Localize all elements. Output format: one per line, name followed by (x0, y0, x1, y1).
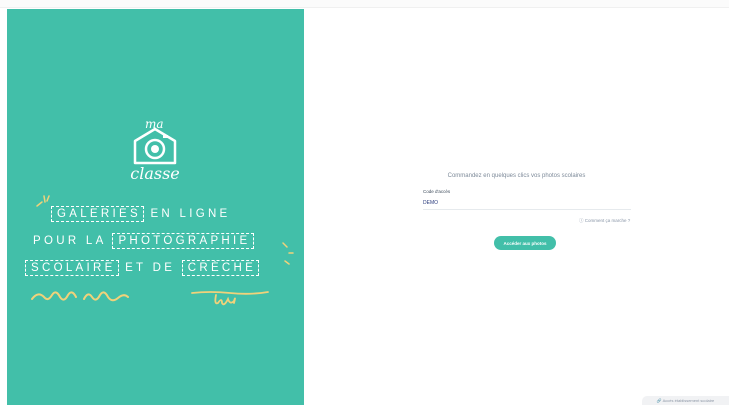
comment-ca-marche-link[interactable]: ⓘ Comment ça marche ? (579, 218, 630, 224)
tagline-galeries: GALERIES (51, 206, 144, 222)
squiggle-decoration-icon (191, 291, 269, 306)
logo-classe-text: classe (130, 164, 180, 183)
tagline-scolaire: SCOLAIRE (25, 260, 119, 276)
code-acces-label: Code d'accès (423, 189, 451, 194)
squiggle-decoration-icon (31, 291, 129, 302)
tagline-pour-la: POUR LA (33, 235, 106, 247)
tagline-en-ligne: EN LIGNE (150, 208, 231, 220)
help-link-label: Comment ça marche ? (584, 218, 631, 223)
top-bar (0, 0, 729, 8)
login-subtitle: Commandez en quelques clics vos photos s… (447, 173, 586, 179)
tagline-line-1: GALERIES EN LIGNE (51, 206, 231, 222)
tagline-photographie: PHOTOGRAPHIE (112, 233, 254, 249)
sparkle-decoration-icon (282, 242, 294, 265)
tagline-line-3: SCOLAIRE ET DE CRÈCHE (25, 260, 260, 276)
ma-classe-logo: ma classe (125, 117, 185, 185)
acceder-aux-photos-button[interactable]: Accéder aux photos (494, 236, 556, 250)
tagline-line-2: POUR LA PHOTOGRAPHIE (33, 233, 254, 249)
acces-etablissement-label: Accès établissement scolaire (662, 398, 715, 403)
brand-panel: ma classe GALERIES EN LIGNE POUR LA PHOT… (7, 9, 304, 405)
logo-ma-text: ma (145, 117, 164, 131)
tagline-et-de: ET DE (125, 262, 176, 274)
acces-etablissement-button[interactable]: 🔗 Accès établissement scolaire (642, 396, 729, 405)
tagline-creche: CRÈCHE (181, 260, 260, 276)
login-panel: Commandez en quelques clics vos photos s… (304, 9, 729, 405)
code-acces-input[interactable] (423, 197, 631, 210)
